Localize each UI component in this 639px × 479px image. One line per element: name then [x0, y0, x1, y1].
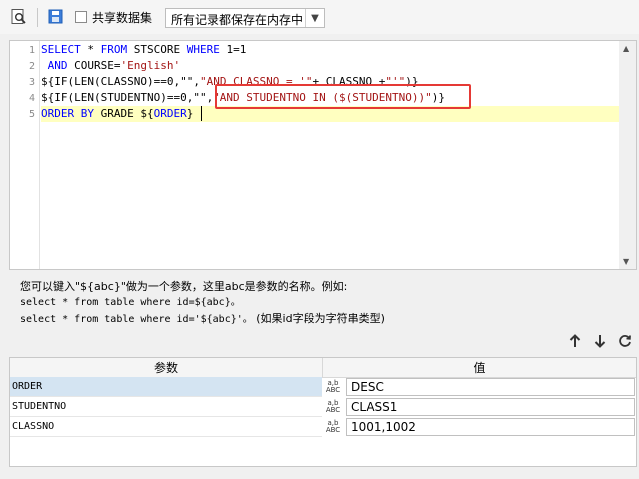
param-value-input[interactable]: 1001,1002 — [346, 418, 635, 436]
chevron-down-icon[interactable]: ▼ — [305, 9, 324, 27]
line-number: 5 — [28, 109, 35, 120]
help-line-1: 您可以键入"${abc}"做为一个参数，这里abc是参数的名称。例如: — [20, 280, 348, 293]
code-token: FROM — [100, 43, 128, 56]
help-line-2: select * from table where id=${abc}。 — [20, 297, 241, 308]
line-number: 1 — [28, 45, 35, 56]
table-row[interactable]: CLASSNO a,b ABC 1001,1002 — [10, 417, 636, 437]
line-number: 2 — [28, 61, 35, 72]
code-token: STSCORE — [127, 43, 187, 56]
sql-editor[interactable]: 1 2 3 4 5 SELECT * FROM STSCORE WHERE 1=… — [9, 40, 637, 270]
code-token: WHERE — [186, 43, 220, 56]
save-icon[interactable] — [47, 8, 65, 26]
scroll-up-icon[interactable]: ▲ — [623, 44, 629, 53]
arrow-up-icon[interactable] — [567, 333, 583, 349]
column-header-value: 值 — [323, 358, 636, 378]
param-name[interactable]: CLASSNO — [10, 417, 322, 437]
shared-dataset-label[interactable]: 共享数据集 — [92, 9, 152, 26]
code-token: ${IF(LEN(STUDENTNO)==0,"", — [41, 91, 214, 104]
shared-dataset-checkbox[interactable] — [75, 11, 87, 23]
code-token: ${IF(LEN(CLASSNO)==0,"", — [41, 75, 200, 88]
line-number-gutter: 1 2 3 4 5 — [10, 41, 40, 269]
toolbar: 共享数据集 所有记录都保存在内存中 ▼ — [0, 0, 639, 34]
preview-icon[interactable] — [10, 8, 28, 26]
text-caret — [201, 106, 202, 121]
toolbar-separator — [37, 8, 38, 27]
code-token: 'English' — [120, 59, 181, 72]
param-name[interactable]: STUDENTNO — [10, 397, 322, 417]
code-token: COURSE= — [67, 59, 121, 72]
code-token: ORDER BY — [41, 107, 94, 120]
table-row[interactable]: STUDENTNO a,b ABC CLASS1 — [10, 397, 636, 417]
line-number: 4 — [28, 93, 35, 104]
code-token: } — [186, 107, 194, 120]
parameter-table: 参数 值 ORDER a,b ABC DESC STUDENTNO a,b ABC … — [9, 357, 637, 467]
help-line-3-note: (如果id字段为字符串类型) — [256, 312, 385, 325]
param-name[interactable]: ORDER — [10, 377, 322, 397]
parameter-help-text: 您可以键入"${abc}"做为一个参数，这里abc是参数的名称。例如: sele… — [20, 279, 385, 328]
code-token: ORDER — [153, 107, 187, 120]
arrow-down-icon[interactable] — [592, 333, 608, 349]
editor-vertical-scrollbar[interactable]: ▲ ▼ — [619, 41, 636, 269]
code-line-2[interactable]: AND COURSE='English' — [41, 58, 180, 74]
code-token: SELECT — [41, 43, 81, 56]
code-token: * — [80, 43, 101, 56]
param-value-input[interactable]: CLASS1 — [346, 398, 635, 416]
code-line-1[interactable]: SELECT * FROM STSCORE WHERE 1=1 — [41, 42, 246, 58]
text-type-icon[interactable]: a,b ABC — [322, 397, 344, 417]
code-token: GRADE ${ — [93, 107, 154, 120]
column-header-parameter: 参数 — [10, 358, 323, 378]
param-value-input[interactable]: DESC — [346, 378, 635, 396]
code-token: 1=1 — [219, 43, 247, 56]
storage-mode-select[interactable]: 所有记录都保存在内存中 ▼ — [165, 8, 325, 28]
scroll-down-icon[interactable]: ▼ — [623, 257, 629, 266]
highlight-annotation-box — [215, 84, 471, 109]
line-number: 3 — [28, 77, 35, 88]
code-token: AND — [41, 59, 68, 72]
text-type-icon[interactable]: a,b ABC — [322, 417, 344, 437]
storage-mode-value: 所有记录都保存在内存中 — [171, 13, 304, 27]
text-type-icon[interactable]: a,b ABC — [322, 377, 344, 397]
refresh-icon[interactable] — [617, 333, 633, 349]
help-line-3-code: select * from table where id='${abc}'。 — [20, 314, 253, 325]
table-row[interactable]: ORDER a,b ABC DESC — [10, 377, 636, 397]
